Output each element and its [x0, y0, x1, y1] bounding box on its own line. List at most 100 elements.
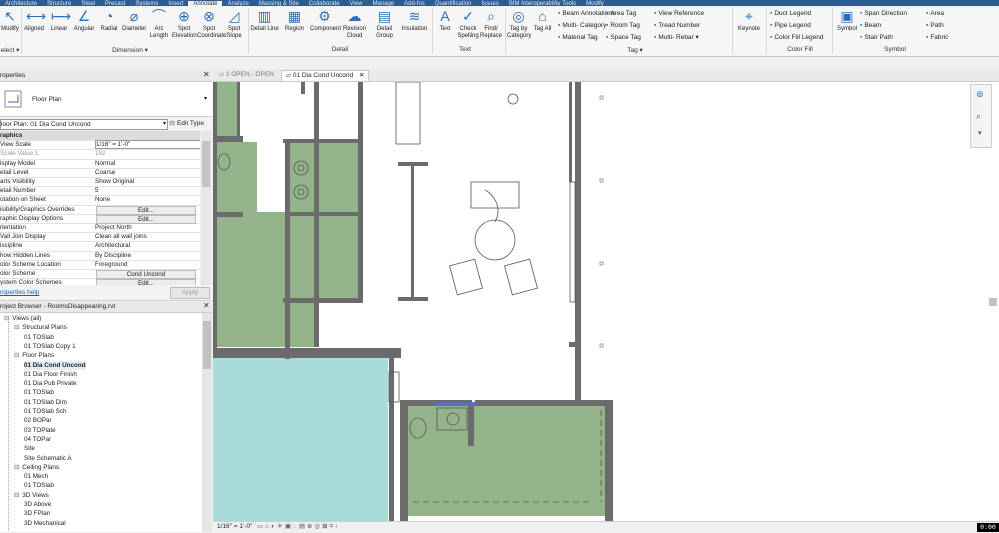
collapse-toggle-icon[interactable]: ⊟	[14, 324, 19, 331]
browser-tree-item[interactable]: 01 TOSlab	[24, 388, 54, 397]
region-button[interactable]: ▦ Region	[280, 8, 309, 33]
pipe-legend-button[interactable]: ▪ Pipe Legend	[770, 22, 811, 30]
browser-tree-item[interactable]: Site	[24, 444, 35, 453]
spot-elevation-button[interactable]: ⊕ Spot Elevation	[172, 8, 197, 40]
view-scale-control[interactable]: 1/16" = 1'-0"	[217, 522, 252, 532]
properties-scrollbar[interactable]	[201, 131, 211, 285]
browser-tree-item[interactable]: 3D FPlan	[24, 509, 50, 518]
collapse-toggle-icon[interactable]: ⊟	[14, 352, 19, 359]
property-value[interactable]: 5	[95, 186, 199, 195]
view-tab-01-dia-cond-uncond[interactable]: ▱ 01 Dia Cond Uncond ✕	[281, 70, 370, 81]
browser-tree-item[interactable]: 01 Dia Floor Finish	[24, 370, 77, 379]
modify-button[interactable]: ↖ Modify	[1, 8, 19, 33]
apply-button[interactable]: Apply	[170, 287, 210, 299]
browser-tree-item[interactable]: 01 TOSlab Dim	[24, 398, 67, 407]
room-tag-button[interactable]: ▪ Room Tag	[606, 22, 640, 30]
property-value[interactable]: 1/16" = 1'-0"	[95, 140, 200, 150]
browser-tree-item[interactable]: 01 TOSlab Sch	[24, 407, 66, 416]
zoom-icon[interactable]: ⌕	[976, 111, 981, 122]
scroll-thumb[interactable]	[203, 321, 211, 369]
diameter-button[interactable]: ⌀ Diameter	[122, 8, 146, 33]
property-value[interactable]: 192	[95, 149, 199, 158]
radial-button[interactable]: ◔ Radial	[97, 8, 121, 33]
tag-all-button[interactable]: ⌂ Tag All	[531, 8, 554, 33]
view-tab-2-open[interactable]: ▱ 2 OPEN - OPEN	[215, 70, 278, 80]
component-button[interactable]: ⚙ Component	[310, 8, 341, 33]
property-value[interactable]: Show Original	[95, 177, 199, 186]
symbol-button[interactable]: ▣ Symbol	[836, 8, 858, 33]
drawing-canvas[interactable]	[213, 81, 999, 521]
close-project-browser-icon[interactable]: ✕	[203, 302, 210, 310]
fabric-button[interactable]: ▪ Fabric	[926, 34, 948, 42]
collapse-toggle-icon[interactable]: ⊟	[14, 492, 19, 499]
check-spelling-button[interactable]: ✓ Check Spelling	[457, 8, 479, 40]
tag-by-category-button[interactable]: ◎ Tag by Category	[507, 8, 531, 40]
instance-selector[interactable]: loor Plan: 01 Dia Cond Uncond ▾	[0, 119, 168, 130]
duct-legend-button[interactable]: ▪ Duct Legend	[770, 10, 811, 18]
view-reference-button[interactable]: ▪ View Reference	[654, 10, 704, 18]
area-tag-button[interactable]: ▪ Area Tag	[606, 10, 636, 18]
detail-group-button[interactable]: ▤ Detail Group	[370, 8, 399, 40]
revision-cloud-button[interactable]: ☁ Revision Cloud	[340, 8, 369, 40]
aligned-button[interactable]: ⟷ Aligned	[22, 8, 46, 33]
property-value[interactable]: Normal	[95, 159, 199, 168]
scroll-thumb[interactable]	[202, 141, 210, 187]
browser-tree-item[interactable]: 03 TOPlate	[24, 426, 56, 435]
keynote-button[interactable]: ⌖ Keynote	[736, 8, 762, 33]
type-dropdown-icon[interactable]: ▾	[204, 95, 207, 102]
steering-wheel-icon[interactable]: ⊚	[976, 89, 984, 100]
find-replace-button[interactable]: ⌕ Find/ Replace	[480, 8, 502, 40]
insulation-button[interactable]: ≋ Insulation	[400, 8, 429, 33]
space-tag-button[interactable]: ▪ Space Tag	[606, 34, 641, 42]
angular-button[interactable]: ∠ Angular	[72, 8, 96, 33]
path-button[interactable]: ▪ Path	[926, 22, 944, 30]
dimension-group-label[interactable]: Dimension ▾	[95, 46, 165, 54]
browser-tree-item[interactable]: 02 BOPar	[24, 416, 52, 425]
browser-tree-item[interactable]: 01 TOSlab Copy 1	[24, 342, 76, 351]
browser-tree-item[interactable]: ⊟ Floor Plans	[14, 351, 54, 360]
property-value[interactable]: Project North	[95, 223, 199, 232]
area-button[interactable]: ▪ Area	[926, 10, 944, 18]
properties-help-link[interactable]: roperties help	[0, 289, 39, 296]
property-row[interactable]: ystem Color Schemes Edit...	[0, 278, 200, 285]
browser-tree-item[interactable]: 01 TOSlab	[24, 333, 54, 342]
linear-button[interactable]: ⟼ Linear	[47, 8, 71, 33]
arc-length-button[interactable]: ⌒ Arc Length	[147, 8, 171, 40]
span-direction-button[interactable]: ▪ Span Direction	[860, 10, 907, 18]
property-value[interactable]: Clean all wall joins	[95, 232, 199, 241]
tag-group-label[interactable]: Tag ▾	[615, 46, 655, 54]
property-value[interactable]: None	[95, 195, 199, 204]
multi-rebar-button[interactable]: ▪ Multi- Rebar ▾	[654, 34, 699, 42]
project-browser-scrollbar[interactable]	[202, 313, 212, 532]
close-tab-icon[interactable]: ✕	[359, 72, 364, 79]
type-selector[interactable]: Floor Plan ▾	[0, 82, 212, 117]
beam-button[interactable]: ▪ Beam	[860, 22, 881, 30]
browser-tree-item[interactable]: Site Schematic A	[24, 454, 72, 463]
property-value[interactable]: By Discipline	[95, 251, 199, 260]
browser-tree-item[interactable]: 01 Dia Pub Private	[24, 379, 77, 388]
canvas-scrollbar-thumb[interactable]	[989, 298, 997, 306]
property-value[interactable]: Coarse	[95, 168, 199, 177]
browser-tree-item[interactable]: 04 TOPar	[24, 435, 51, 444]
property-value[interactable]: Foreground	[95, 260, 199, 269]
browser-tree-item[interactable]: ⊟ Ceiling Plans	[14, 463, 59, 472]
stair-path-button[interactable]: ▪ Stair Path	[860, 34, 893, 42]
text-button[interactable]: A Text	[434, 8, 456, 33]
select-menu[interactable]: elect ▾	[0, 46, 20, 54]
collapse-toggle-icon[interactable]: ⊟	[14, 464, 19, 471]
detail-line-button[interactable]: ▥ Detail Line	[250, 8, 279, 33]
chevron-down-icon[interactable]: ▾	[978, 129, 982, 137]
browser-tree-item[interactable]: 01 Dia Cond Uncond	[24, 360, 86, 370]
browser-tree-item[interactable]: 3D Above	[24, 500, 51, 509]
browser-tree-item[interactable]: ⊟ Structural Plans	[14, 323, 67, 332]
tread-number-button[interactable]: ▪ Tread Number	[654, 22, 700, 30]
edit-type-button[interactable]: ▤ Edit Type	[169, 119, 209, 129]
close-properties-icon[interactable]: ✕	[203, 71, 210, 79]
browser-tree-item[interactable]: 01 Mech	[24, 472, 48, 481]
browser-tree-item[interactable]: ⊟ 3D Views	[14, 491, 49, 500]
color-fill-legend-button[interactable]: ▪ Color Fill Legend	[770, 34, 823, 42]
browser-tree-item[interactable]: 3D Mechanical	[24, 519, 66, 528]
multi-category-button[interactable]: ▪ Multi- Category	[558, 22, 606, 30]
material-tag-button[interactable]: ▪ Material Tag	[558, 34, 598, 42]
property-value[interactable]: Architectural	[95, 241, 199, 250]
